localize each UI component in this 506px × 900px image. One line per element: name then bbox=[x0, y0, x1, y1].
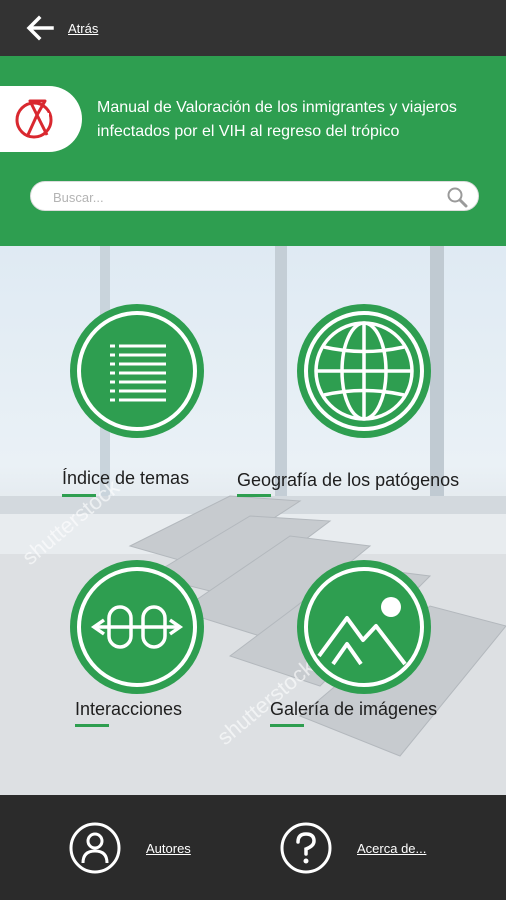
about-button[interactable]: Acerca de... bbox=[279, 821, 426, 875]
search-input[interactable] bbox=[53, 186, 423, 208]
question-mark-icon bbox=[280, 822, 332, 874]
header: Manual de Valoración de los inmigrantes … bbox=[0, 56, 506, 246]
app-logo bbox=[0, 86, 82, 152]
about-label: Acerca de... bbox=[357, 840, 427, 856]
search-bar bbox=[30, 181, 479, 211]
authors-button[interactable]: Autores bbox=[68, 821, 191, 875]
tile-underline bbox=[237, 494, 271, 497]
tile-underline bbox=[75, 724, 109, 727]
tile-underline bbox=[62, 494, 96, 497]
top-bar: Atrás bbox=[0, 0, 506, 56]
person-icon bbox=[69, 822, 121, 874]
globe-icon bbox=[297, 304, 431, 438]
tile-label-galeria: Galería de imágenes bbox=[270, 699, 438, 719]
tile-underline bbox=[270, 724, 304, 727]
image-gallery-icon bbox=[297, 560, 431, 694]
back-label: Atrás bbox=[68, 20, 99, 36]
tile-label-indice: Índice de temas bbox=[62, 468, 190, 488]
main-menu-area: shutterstock shutterstock Índice de tema… bbox=[0, 246, 506, 795]
menu-tile-interacciones[interactable]: Interacciones bbox=[0, 516, 253, 795]
back-button[interactable]: Atrás bbox=[22, 10, 112, 46]
authors-label: Autores bbox=[146, 840, 191, 856]
tile-label-interacciones: Interacciones bbox=[75, 699, 183, 719]
red-ribbon-logo-icon bbox=[15, 99, 53, 139]
tile-label-geografia: Geografía de los patógenos bbox=[237, 470, 460, 490]
menu-tile-galeria[interactable]: Galería de imágenes bbox=[253, 516, 506, 795]
bottom-bar: Autores Acerca de... bbox=[0, 795, 506, 900]
menu-tile-geografia[interactable]: Geografía de los patógenos bbox=[237, 246, 506, 516]
search-icon[interactable] bbox=[446, 186, 468, 208]
list-icon bbox=[70, 304, 204, 438]
app-title: Manual de Valoración de los inmigrantes … bbox=[97, 99, 457, 140]
menu-tile-indice[interactable]: Índice de temas bbox=[0, 246, 253, 516]
back-arrow-icon bbox=[26, 15, 54, 41]
interactions-icon bbox=[70, 560, 204, 694]
